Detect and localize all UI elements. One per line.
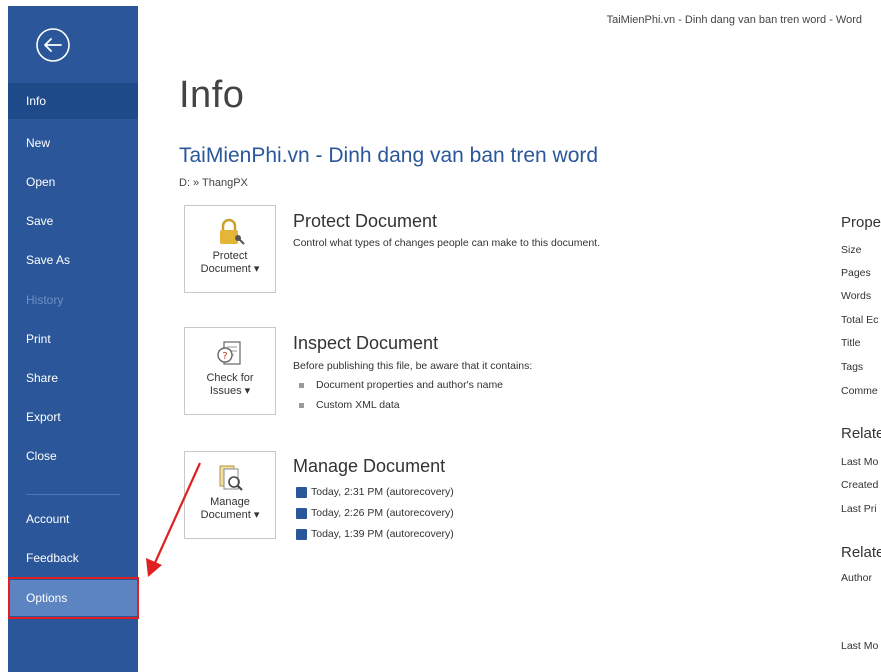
svg-text:?: ?: [222, 351, 227, 362]
bullet-square-icon: [299, 382, 304, 388]
sidebar-item-share[interactable]: Share: [8, 360, 138, 396]
property-label: Total Ec: [841, 314, 879, 326]
manage-section-title: Manage Document: [293, 456, 446, 476]
protect-section-title: Protect Document: [293, 211, 438, 231]
people-label: Author: [841, 572, 872, 584]
sidebar-item-save[interactable]: Save: [8, 203, 138, 239]
list-item: Custom XML data: [299, 399, 400, 411]
inspect-section-title: Inspect Document: [293, 333, 439, 353]
property-label: Pages: [841, 267, 871, 279]
related-dates-heading: Relate: [841, 425, 881, 442]
list-item: Document properties and author's name: [299, 379, 503, 391]
property-label: Size: [841, 244, 862, 256]
protect-document-button[interactable]: Protect Document ▾: [184, 205, 276, 293]
sidebar-item-new[interactable]: New: [8, 125, 138, 161]
sidebar-item-export[interactable]: Export: [8, 399, 138, 435]
backstage-sidebar: Info New Open Save Save As History Print…: [8, 6, 138, 672]
property-label: Words: [841, 290, 872, 302]
word-doc-icon: [296, 528, 307, 540]
document-path[interactable]: D: » ThangPX: [179, 177, 248, 189]
sidebar-item-feedback[interactable]: Feedback: [8, 540, 138, 576]
page-title: Info: [179, 74, 245, 116]
properties-heading[interactable]: Prope: [841, 214, 881, 231]
inspect-tile-label-1: Check for: [206, 372, 254, 384]
sidebar-item-open[interactable]: Open: [8, 164, 138, 200]
sidebar-item-history: History: [26, 293, 64, 307]
protect-section-desc: Control what types of changes people can…: [293, 237, 601, 249]
version-item[interactable]: Today, 1:39 PM (autorecovery): [296, 528, 454, 540]
window-title: TaiMienPhi.vn - Dinh dang van ban tren w…: [606, 14, 862, 26]
property-label: Title: [841, 337, 861, 349]
date-label: Last Mo: [841, 456, 879, 468]
protect-tile-label-2: Document ▾: [200, 263, 260, 275]
manage-document-icon: [219, 465, 243, 491]
sidebar-divider: [26, 494, 120, 495]
sidebar-item-account[interactable]: Account: [8, 501, 138, 537]
version-label-1: Today, 2:31 PM (autorecovery): [311, 486, 454, 498]
sidebar-item-print[interactable]: Print: [8, 321, 138, 357]
bullet-square-icon: [299, 402, 304, 408]
sidebar-item-close[interactable]: Close: [8, 438, 138, 474]
version-item[interactable]: Today, 2:26 PM (autorecovery): [296, 507, 454, 519]
options-highlight-box: [8, 577, 139, 619]
back-arrow-icon[interactable]: [35, 27, 71, 63]
related-people-heading: Relate: [841, 544, 881, 561]
date-label: Created: [841, 479, 879, 491]
date-label: Last Pri: [841, 503, 877, 515]
people-label: Last Mo: [841, 640, 879, 652]
inspect-bullet-1: Document properties and author's name: [316, 379, 504, 391]
inspect-document-icon: ?: [217, 341, 241, 365]
inspect-tile-label-2: Issues ▾: [209, 385, 251, 397]
version-item[interactable]: Today, 2:31 PM (autorecovery): [296, 486, 454, 498]
protect-tile-label-1: Protect: [212, 250, 248, 262]
inspect-section-desc: Before publishing this file, be aware th…: [293, 360, 533, 372]
annotation-arrow-icon: [146, 462, 202, 577]
sidebar-item-info[interactable]: Info: [8, 83, 138, 119]
check-for-issues-button[interactable]: ? Check for Issues ▾: [184, 327, 276, 415]
version-label-3: Today, 1:39 PM (autorecovery): [311, 528, 454, 540]
version-label-2: Today, 2:26 PM (autorecovery): [311, 507, 454, 519]
sidebar-item-save-as[interactable]: Save As: [8, 242, 138, 278]
property-label: Tags: [841, 361, 864, 373]
document-title: TaiMienPhi.vn - Dinh dang van ban tren w…: [179, 144, 599, 167]
word-doc-icon: [296, 507, 307, 519]
lock-key-icon: [220, 218, 245, 245]
word-doc-icon: [296, 486, 307, 498]
property-label: Comme: [841, 385, 878, 397]
inspect-bullet-2: Custom XML data: [316, 399, 400, 411]
